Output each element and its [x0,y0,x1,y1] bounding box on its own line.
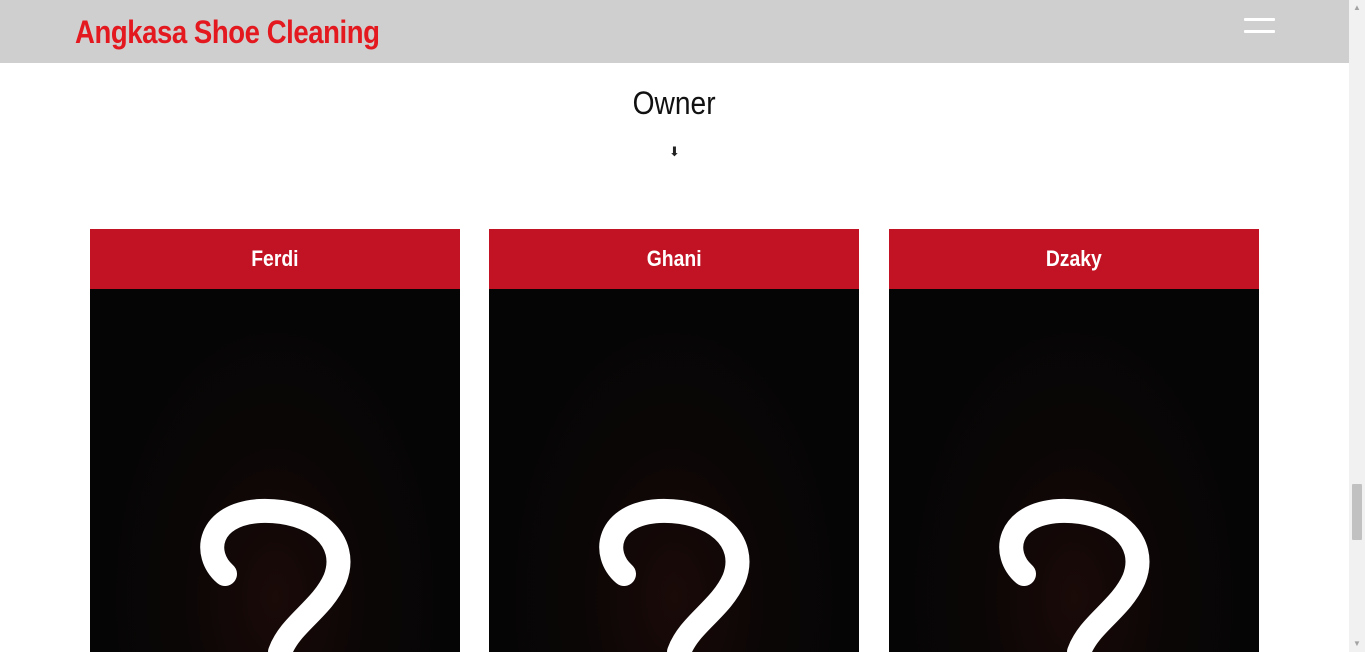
question-mark-image [489,289,859,652]
owner-name: Ferdi [251,246,299,271]
hamburger-line [1244,30,1275,33]
owner-card-ghani: Ghani [489,229,859,652]
owner-section-title: Owner [0,82,1349,124]
owner-card-header: Ferdi [90,229,460,289]
question-mark-image [889,289,1259,652]
hamburger-line [1244,18,1275,21]
owner-card-ferdi: Ferdi [90,229,460,652]
owner-title-text: Owner [633,85,716,121]
top-navbar: Angkasa Shoe Cleaning [0,0,1349,63]
question-mark-icon [200,498,351,652]
hamburger-menu-icon[interactable] [1244,17,1275,35]
owner-card-header: Dzaky [889,229,1259,289]
question-mark-icon [599,498,750,652]
arrow-down-icon: ⬇ [669,144,680,159]
scroll-down-arrow-icon[interactable]: ▼ [1349,636,1365,652]
question-mark-icon [999,498,1150,652]
scroll-up-arrow-icon[interactable]: ▲ [1349,0,1365,16]
question-mark-image [90,289,460,652]
owner-card-dzaky: Dzaky [889,229,1259,652]
scrollbar-thumb[interactable] [1352,484,1362,540]
owner-name: Dzaky [1046,246,1102,271]
brand-logo-text[interactable]: Angkasa Shoe Cleaning [75,12,380,52]
vertical-scrollbar[interactable]: ▲ ▼ [1349,0,1365,652]
owner-name: Ghani [646,246,702,271]
owner-card-header: Ghani [489,229,859,289]
